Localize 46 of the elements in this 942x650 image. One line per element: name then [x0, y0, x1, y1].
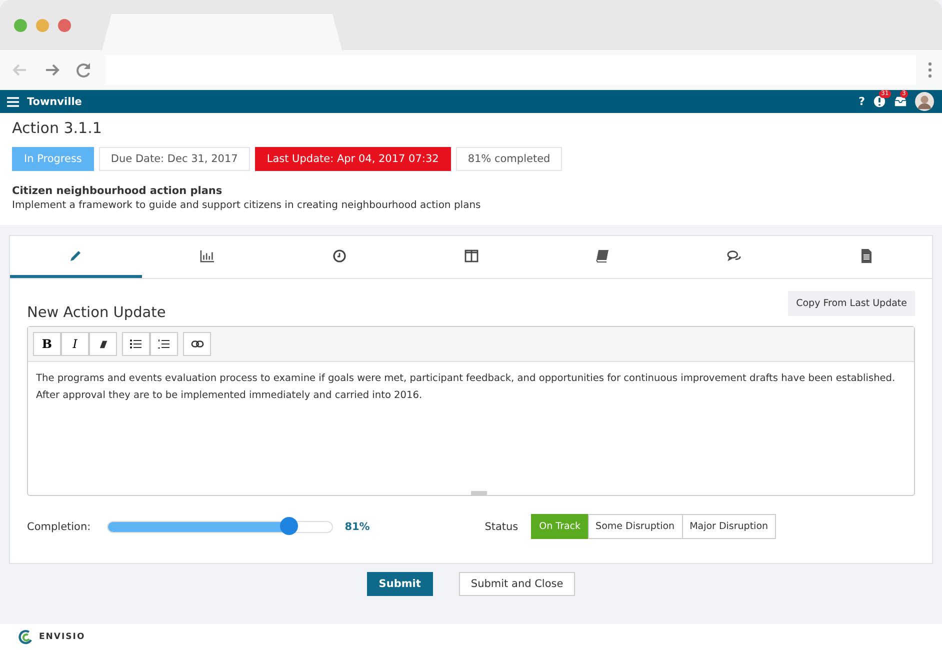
status-tag: In Progress	[12, 147, 94, 171]
link-button[interactable]	[183, 332, 211, 356]
status-tag: 81% completed	[456, 147, 562, 171]
alert-icon[interactable]	[873, 95, 886, 108]
submit-button[interactable]: Submit	[366, 572, 433, 596]
bar-chart-icon	[200, 248, 216, 262]
comments-icon	[726, 248, 742, 262]
eraser-button[interactable]	[89, 332, 117, 356]
app-title: Townville	[27, 96, 82, 108]
bullet-list-icon	[130, 339, 142, 349]
bold-button[interactable]: B	[33, 332, 61, 356]
link-icon	[190, 340, 204, 348]
clock-icon	[332, 248, 347, 262]
document-icon	[858, 248, 874, 262]
avatar[interactable]	[915, 92, 934, 111]
status-tag: Last Update: Apr 04, 2017 07:32	[254, 147, 451, 171]
action-name: Citizen neighbourhood action plans	[12, 185, 224, 197]
status-label: Status	[484, 520, 518, 532]
status-option[interactable]: Major Disruption	[682, 514, 776, 539]
action-description: Implement a framework to guide and support citizens in creating neighbourhood action plans	[12, 200, 482, 211]
section-heading: New Action Update	[27, 305, 166, 321]
menu-icon[interactable]	[7, 96, 19, 106]
slider-thumb[interactable]	[280, 516, 298, 534]
numbered-list-button[interactable]	[150, 332, 178, 356]
copy-button[interactable]: Copy From Last Update	[788, 290, 915, 316]
eraser-icon	[98, 340, 108, 348]
bullet-list-button[interactable]	[122, 332, 150, 356]
help-link[interactable]: ?	[858, 95, 865, 108]
update-text: The programs and events evaluation process to examine if goals were met, participant feedback, and opportunities for continuous improvement drafts have been established. After approval they are to be implemented immediately and carried into 2016.	[35, 372, 896, 403]
menu-icon[interactable]	[928, 62, 932, 78]
pencil-icon	[68, 248, 84, 262]
completion-reading: 81%	[344, 520, 371, 532]
italic-button[interactable]: I	[61, 332, 89, 356]
status-option[interactable]: Some Disruption	[588, 514, 683, 539]
completion-label: Completion:	[27, 520, 91, 532]
window-zoom-button[interactable]	[14, 18, 27, 32]
status-tag: Due Date: Dec 31, 2017	[98, 147, 250, 171]
submit-and-close-button[interactable]: Submit and Close	[458, 572, 576, 596]
columns-icon	[464, 248, 479, 262]
book-icon	[595, 248, 610, 262]
brand-name: ENVISIO	[39, 632, 86, 642]
inbox-icon[interactable]	[894, 95, 907, 108]
numbered-list-icon	[158, 339, 170, 349]
window-close-button[interactable]	[58, 18, 71, 32]
action-title: Action 3.1.1	[12, 119, 103, 137]
logo-icon	[18, 629, 34, 645]
